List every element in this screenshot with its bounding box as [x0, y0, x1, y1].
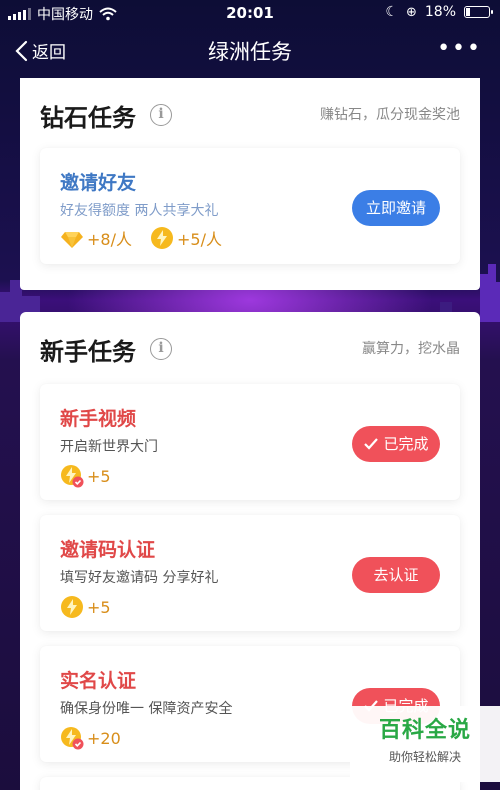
navigation-bar: 返回 绿洲任务 •••	[0, 28, 500, 74]
power-reward: +20	[60, 726, 121, 750]
checkmark-icon	[364, 438, 379, 450]
section-title: 新手任务	[40, 338, 136, 366]
power-reward: +5	[60, 595, 111, 619]
task-description: 好友得额度 两人共享大礼	[60, 203, 219, 219]
power-reward-value: +5/人	[176, 230, 222, 249]
status-bar: 中国移动 20:01 ☾ ⊕ 18%	[0, 0, 500, 26]
diamond-task-panel: 钻石任务 i 赚钻石，瓜分现金奖池 邀请好友 好友得额度 两人共享大礼 +8/人…	[20, 78, 480, 290]
power-reward-value: +20	[87, 728, 121, 748]
section-title: 钻石任务	[40, 104, 136, 132]
task-rewards: +5	[60, 595, 111, 619]
newbie-panel-header: 新手任务 i 赢算力，挖水晶	[40, 332, 460, 366]
task-name: 实名认证	[60, 670, 137, 692]
task-card-newbie-video: 新手视频 开启新世界大门 +5 已完成	[40, 384, 460, 500]
info-icon[interactable]: i	[150, 104, 172, 126]
invite-now-button[interactable]: 立即邀请	[352, 190, 440, 226]
task-name: 邀请码认证	[60, 539, 156, 561]
task-rewards: +5	[60, 464, 111, 488]
task-rewards: +8/人 +5/人	[60, 226, 222, 250]
page-title: 绿洲任务	[208, 40, 292, 64]
lightning-coin-icon	[150, 227, 173, 249]
moon-icon: ☾	[385, 4, 398, 20]
diamond-panel-header: 钻石任务 i 赚钻石，瓜分现金奖池	[40, 98, 460, 132]
lightning-coin-check-icon	[61, 465, 84, 488]
battery-icon	[464, 6, 493, 18]
diamond-reward-value: +8/人	[87, 230, 132, 249]
info-icon[interactable]: i	[150, 338, 172, 360]
watermark-logo: 百科全说 助你轻松解决	[350, 706, 500, 782]
watermark-title: 百科全说	[378, 718, 471, 743]
lightning-coin-check-icon	[61, 727, 84, 750]
section-subtitle: 赚钻石，瓜分现金奖池	[320, 107, 460, 123]
completed-button[interactable]: 已完成	[352, 426, 440, 462]
battery-percent: 18%	[424, 4, 456, 20]
power-reward-value: +5	[87, 597, 111, 617]
task-description: 确保身份唯一 保障资产安全	[60, 701, 233, 717]
lightning-coin-icon	[61, 596, 83, 618]
task-name: 邀请好友	[60, 172, 137, 194]
task-card-invite-code: 邀请码认证 填写好友邀请码 分享好礼 +5 去认证	[40, 515, 460, 631]
power-reward-value: +5	[87, 466, 111, 486]
task-rewards: +20	[60, 726, 121, 750]
diamond-icon	[61, 232, 83, 248]
diamond-reward: +8/人	[60, 226, 132, 250]
completed-button-label: 已完成	[383, 435, 429, 453]
power-reward: +5/人	[150, 226, 222, 250]
task-card-invite-friends: 邀请好友 好友得额度 两人共享大礼 +8/人 +5/人 立即邀请	[40, 148, 460, 264]
verify-button[interactable]: 去认证	[352, 557, 440, 593]
watermark-subtitle: 助你轻松解决	[388, 750, 461, 764]
task-description: 填写好友邀请码 分享好礼	[60, 570, 219, 586]
task-name: 新手视频	[60, 408, 137, 430]
power-reward: +5	[60, 464, 111, 488]
more-options-button[interactable]: •••	[437, 36, 482, 61]
task-description: 开启新世界大门	[60, 439, 158, 455]
rotation-lock-icon: ⊕	[405, 4, 417, 20]
section-subtitle: 赢算力，挖水晶	[362, 341, 460, 357]
